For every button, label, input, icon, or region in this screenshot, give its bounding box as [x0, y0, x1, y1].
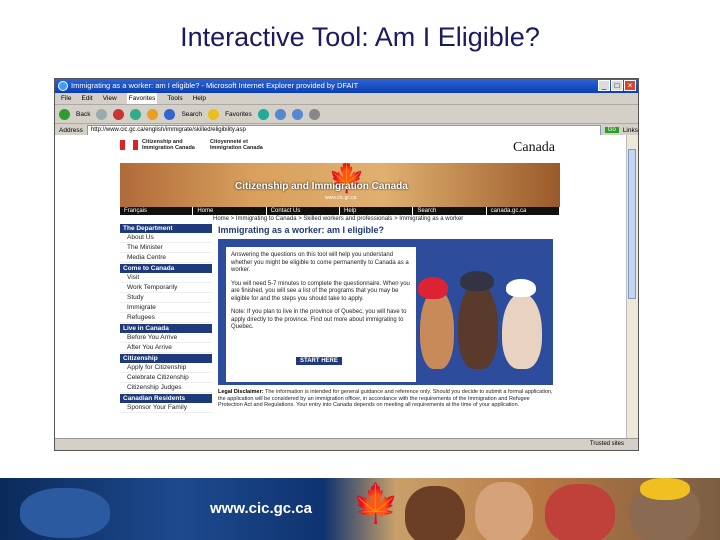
nav-item[interactable]: Study — [120, 293, 212, 303]
disclaimer-label: Legal Disclaimer: — [218, 389, 264, 395]
menu-tools[interactable]: Tools — [167, 93, 182, 104]
search-icon[interactable] — [164, 108, 176, 120]
start-here-button[interactable]: START HERE — [296, 357, 342, 365]
refresh-icon[interactable] — [130, 108, 142, 120]
favorites-star-icon[interactable] — [208, 108, 220, 120]
disclaimer-text: The information is intended for general … — [218, 389, 553, 408]
dept-name-en: Citizenship and Immigration Canada — [142, 139, 195, 151]
nav-item[interactable]: Visit — [120, 273, 212, 283]
vertical-scrollbar[interactable] — [626, 135, 638, 440]
links-button[interactable]: Links — [623, 127, 638, 134]
hard-hat-icon — [418, 277, 448, 299]
title-bar: Immigrating as a worker: am I eligible? … — [55, 79, 638, 93]
nav-help[interactable]: Help — [340, 207, 414, 215]
status-bar: Trusted sites — [55, 438, 638, 450]
nav-item[interactable]: Immigrate — [120, 303, 212, 313]
scrollbar-thumb[interactable] — [628, 149, 636, 299]
nav-item[interactable]: Media Centre — [120, 253, 212, 263]
menu-favorites[interactable]: Favorites — [126, 93, 158, 104]
banner-title: Citizenship and Immigration Canada — [235, 181, 408, 192]
intro-paragraph: Answering the questions on this tool wil… — [231, 252, 409, 273]
maximize-button[interactable]: □ — [611, 80, 623, 91]
home-icon[interactable] — [147, 108, 159, 120]
helmet-icon — [460, 271, 494, 291]
back-button[interactable]: Back — [76, 111, 90, 118]
left-nav: The Department About Us The Minister Med… — [120, 223, 212, 413]
address-input[interactable]: http://www.cic.gc.ca/english/immigrate/s… — [86, 124, 601, 136]
person-photo — [405, 486, 465, 540]
footer-url: www.cic.gc.ca — [210, 500, 312, 517]
banner-url: www.cic.gc.ca — [325, 195, 357, 201]
nav-item[interactable]: Sponsor Your Family — [120, 403, 212, 413]
toolbar: Back Search Favorites — [55, 105, 638, 124]
back-arrow-icon[interactable] — [59, 108, 70, 120]
page-heading: Immigrating as a worker: am I eligible? — [218, 225, 385, 235]
hero-panel: Answering the questions on this tool wil… — [218, 239, 553, 385]
window-title: Immigrating as a worker: am I eligible? … — [71, 81, 359, 90]
nav-item[interactable]: Before You Arrive — [120, 333, 212, 343]
hard-hat-icon — [640, 478, 690, 500]
intro-paragraph: Note: If you plan to live in the provinc… — [231, 309, 407, 330]
close-button[interactable]: × — [624, 80, 636, 91]
nav-section-come[interactable]: Come to Canada — [120, 264, 212, 273]
web-page: Citizenship and Immigration Canada Citoy… — [55, 135, 628, 440]
nav-section-citizenship[interactable]: Citizenship — [120, 354, 212, 363]
nav-search[interactable]: Search — [413, 207, 487, 215]
nav-item[interactable]: The Minister — [120, 243, 212, 253]
nav-item[interactable]: Citizenship Judges — [120, 383, 212, 393]
media-icon[interactable] — [257, 108, 269, 120]
dept-name-fr: Citoyenneté et Immigration Canada — [210, 139, 263, 151]
go-button[interactable]: Go — [604, 127, 619, 133]
stop-icon[interactable] — [113, 108, 125, 120]
nav-section-department[interactable]: The Department — [120, 224, 212, 233]
workers-photo — [418, 249, 546, 369]
person-photo — [545, 484, 615, 540]
person-photo — [475, 482, 533, 540]
history-icon[interactable] — [274, 108, 286, 120]
mail-icon[interactable] — [291, 108, 303, 120]
nav-item[interactable]: Refugees — [120, 313, 212, 323]
nav-home[interactable]: Home — [193, 207, 267, 215]
menu-bar: File Edit View Favorites Tools Help — [55, 93, 638, 105]
menu-file[interactable]: File — [61, 93, 71, 104]
menu-edit[interactable]: Edit — [81, 93, 92, 104]
nav-item[interactable]: About Us — [120, 233, 212, 243]
person-figure — [502, 293, 542, 369]
nurse-cap-icon — [506, 279, 536, 297]
nav-item[interactable]: Apply for Citizenship — [120, 363, 212, 373]
footer-maple-leaf-icon: 🍁 — [352, 483, 400, 525]
legal-disclaimer: Legal Disclaimer: The information is int… — [218, 389, 553, 409]
print-icon[interactable] — [308, 108, 320, 120]
cic-header: Citizenship and Immigration Canada Citoy… — [120, 138, 555, 164]
handshake-photo — [20, 488, 110, 538]
address-label: Address — [59, 126, 83, 134]
footer-strip: www.cic.gc.ca 🍁 — [0, 478, 720, 540]
site-nav: Français Home Contact Us Help Search can… — [120, 207, 560, 215]
intro-paragraph: You will need 5-7 minutes to complete th… — [231, 280, 410, 302]
nav-item[interactable]: Celebrate Citizenship — [120, 373, 212, 383]
minimize-button[interactable]: _ — [598, 80, 610, 91]
nav-item[interactable]: Work Temporarily — [120, 283, 212, 293]
cic-banner: 🍁 Citizenship and Immigration Canada www… — [120, 163, 560, 207]
nav-section-residents[interactable]: Canadian Residents — [120, 394, 212, 403]
nav-contact[interactable]: Contact Us — [267, 207, 340, 215]
nav-item[interactable]: After You Arrive — [120, 343, 212, 353]
search-button[interactable]: Search — [181, 111, 202, 118]
nav-section-live[interactable]: Live in Canada — [120, 324, 212, 333]
canada-wordmark: Canada — [513, 140, 555, 155]
status-zone: Trusted sites — [589, 441, 624, 447]
browser-window: Immigrating as a worker: am I eligible? … — [54, 78, 639, 451]
favorites-button[interactable]: Favorites — [225, 111, 252, 118]
person-figure — [420, 289, 454, 369]
menu-help[interactable]: Help — [193, 93, 206, 104]
nav-canada-gc[interactable]: canada.gc.ca — [487, 207, 560, 215]
person-figure — [458, 283, 498, 369]
menu-view[interactable]: View — [103, 93, 117, 104]
ie-logo-icon — [58, 81, 68, 91]
breadcrumb[interactable]: Home > Immigrating to Canada > Skilled w… — [213, 216, 463, 222]
forward-arrow-icon[interactable] — [96, 108, 108, 120]
canada-flag-icon — [120, 140, 138, 150]
nav-francais[interactable]: Français — [120, 207, 194, 215]
slide-title: Interactive Tool: Am I Eligible? — [180, 22, 540, 52]
